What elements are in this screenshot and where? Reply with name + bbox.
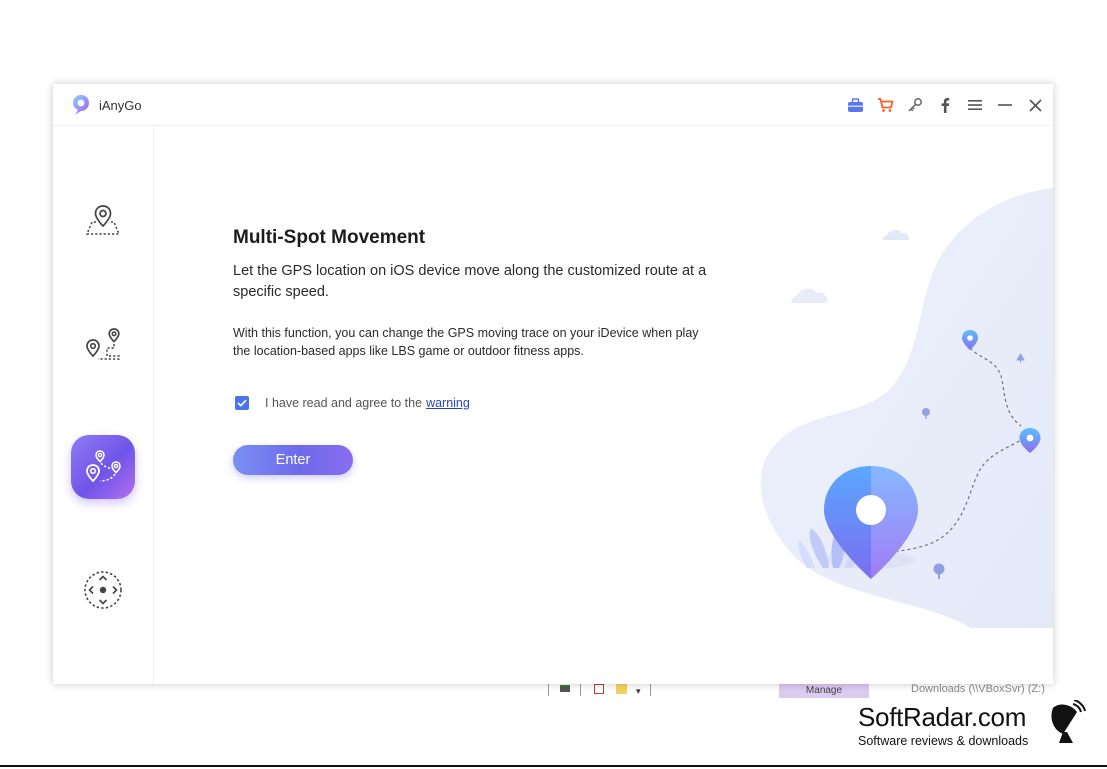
feature-description: With this function, you can change the G… [233,326,699,358]
two-spot-route-icon [86,328,120,360]
agree-row: I have read and agree to the warning [235,395,470,411]
agree-checkbox[interactable] [235,396,249,410]
route-illustration [760,188,1053,628]
bottom-border-line [0,765,1107,767]
manage-tab[interactable]: Manage [779,684,869,698]
main-content: Multi-Spot Movement Let the GPS location… [155,126,1053,684]
app-name: iAnyGo [99,98,142,113]
multi-spot-route-icon [86,450,121,483]
minimize-icon[interactable] [995,95,1015,115]
joystick-icon [84,571,122,609]
close-icon[interactable] [1025,95,1045,115]
sidebar-item-joystick[interactable] [71,558,135,622]
location-map-pin-icon [85,205,121,235]
page-title: Multi-Spot Movement [233,227,426,248]
divider [650,682,651,696]
checkmark-icon [237,399,247,407]
warning-link[interactable]: warning [426,396,470,410]
sidebar-item-two-spot[interactable] [71,314,135,378]
sidebar-item-multi-spot[interactable] [71,435,135,499]
sidebar-item-teleport[interactable] [71,189,135,253]
watermark-subtitle: Software reviews & downloads [858,734,1029,748]
checkbox-icon [594,684,604,694]
sidebar [53,126,154,684]
folder-icon [616,684,627,694]
satellite-dish-icon [1051,700,1086,743]
feature-subtitle: Let the GPS location on iOS device move … [233,263,707,300]
enter-button[interactable]: Enter [233,445,353,475]
divider [580,682,581,696]
facebook-icon[interactable] [935,95,955,115]
toolbox-icon[interactable] [845,95,865,115]
softradar-watermark: SoftRadar.com Software reviews & downloa… [858,702,1028,748]
key-icon[interactable] [905,95,925,115]
title-bar: iAnyGo [53,84,1053,126]
downloads-drive-label: Downloads (\\VBoxSvr) (Z:) [911,683,1045,695]
cart-icon[interactable] [875,95,895,115]
divider [548,682,549,696]
app-window: iAnyGo Multi-Spot Movement Let the GPS l… [53,84,1053,684]
dropdown-icon: ▾ [636,686,641,696]
agree-label: I have read and agree to the [265,396,423,410]
screenshot-stage: ▾ Manage Downloads (\\VBoxSvr) (Z:) iAny… [0,0,1107,769]
ianygo-logo-icon [73,95,89,115]
watermark-title: SoftRadar.com [858,702,1027,732]
drive-icon [560,685,570,692]
menu-icon[interactable] [965,95,985,115]
